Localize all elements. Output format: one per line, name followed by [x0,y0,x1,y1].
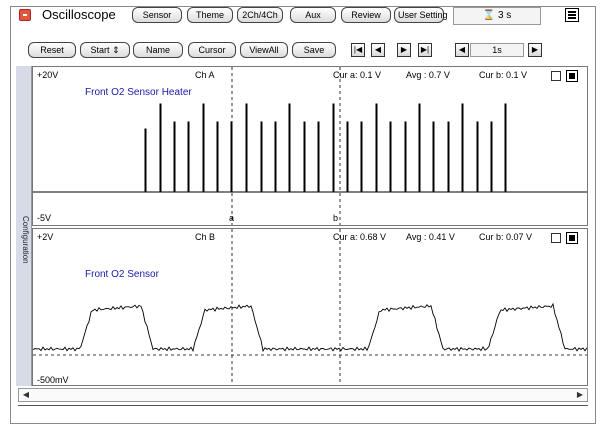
scroll-left-arrow[interactable]: ◀ [20,389,32,401]
first-frame-button[interactable]: |◀ [351,43,365,57]
horizontal-scrollbar[interactable]: ◀ ▶ [18,388,588,402]
record-icon[interactable] [19,9,31,21]
app-title: Oscilloscope [42,7,116,22]
channel-b-panel: +2V -500mV Ch B Cur a: 0.68 V Avg : 0.41… [32,228,588,386]
updown-icon: ⇕ [111,45,120,55]
next-frame-button[interactable]: ▶ [397,43,411,57]
theme-button[interactable]: Theme [187,7,233,23]
save-button[interactable]: Save [292,42,336,58]
rate-decrease-button[interactable]: ◀ [455,43,469,57]
sensor-button[interactable]: Sensor [132,7,182,23]
channel-layout-button[interactable]: 2Ch/4Ch [237,7,283,23]
last-frame-button[interactable]: ▶| [418,43,432,57]
time-value: 3 s [497,10,512,21]
ch-a-plot [33,67,587,225]
scroll-right-arrow[interactable]: ▶ [574,389,586,401]
rate-increase-button[interactable]: ▶ [528,43,542,57]
ch-b-trace [33,302,587,353]
divider [18,405,588,406]
user-setting-button[interactable]: User Setting [394,7,448,23]
review-button[interactable]: Review [341,7,391,23]
name-button[interactable]: Name [133,42,183,58]
time-display: ⌛ 3 s [453,7,541,25]
menu-icon[interactable] [565,8,579,22]
start-label: Start [90,45,110,55]
time-per-div: 1s [470,43,524,57]
timer-icon: ⌛ [482,10,496,21]
ch-a-trace [33,103,587,193]
channel-a-panel: +20V -5V Ch A Cur a: 0.1 V Avg : 0.7 V C… [32,66,588,226]
aux-button[interactable]: Aux [290,7,336,23]
sidebar-label: Configuration [21,216,30,264]
cursor-button[interactable]: Cursor [188,42,236,58]
reset-button[interactable]: Reset [28,42,76,58]
ch-b-plot [33,229,587,385]
configuration-sidebar[interactable]: Configuration [16,66,32,386]
start-dropdown[interactable]: Start ⇕ [80,42,130,58]
prev-frame-button[interactable]: ◀ [371,43,385,57]
viewall-button[interactable]: ViewAll [240,42,288,58]
